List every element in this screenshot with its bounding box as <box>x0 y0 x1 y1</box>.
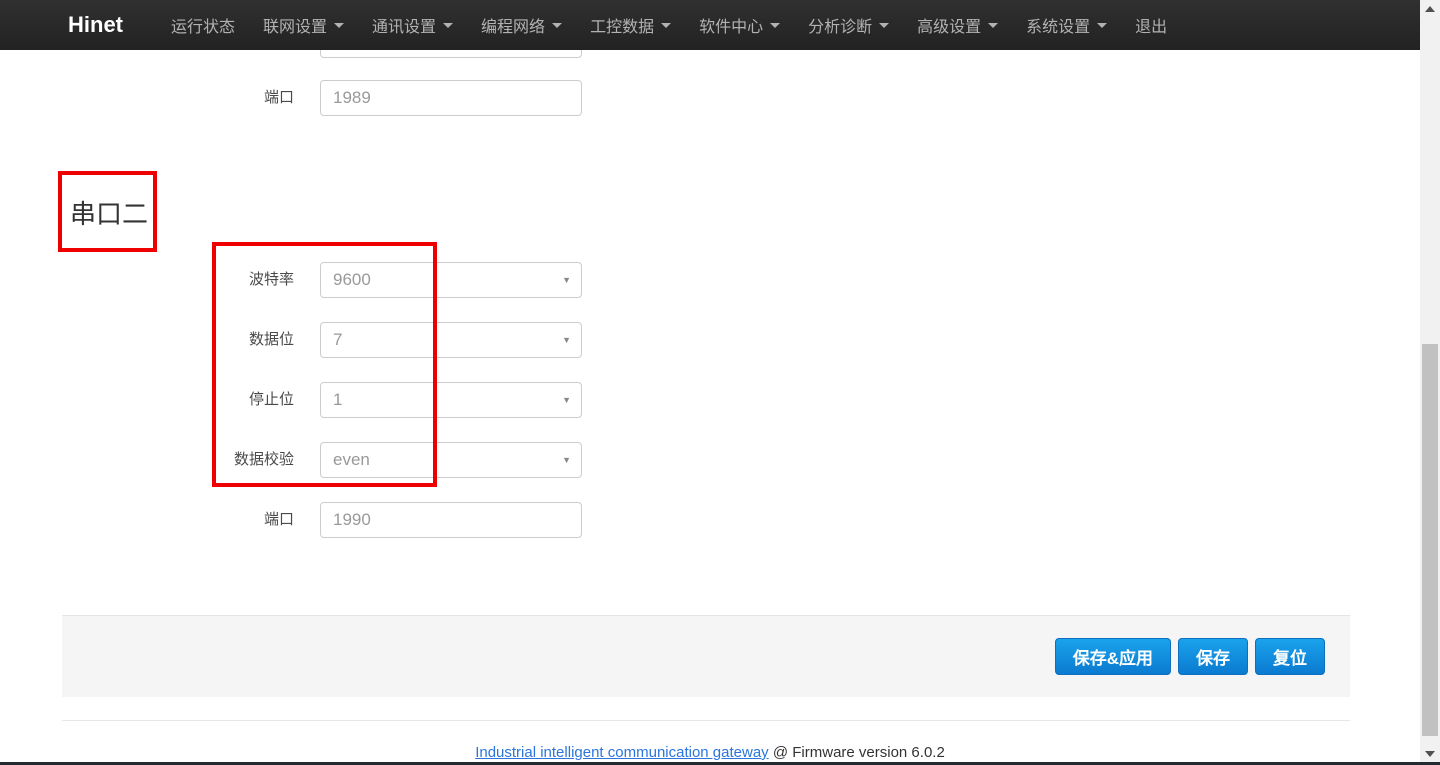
baud-rate-select[interactable]: 9600 ▼ <box>320 262 582 298</box>
serial1-port-input[interactable] <box>320 80 582 116</box>
select-arrow-icon: ▼ <box>562 395 571 405</box>
nav-menu: 运行状态 联网设置 通讯设置 编程网络 工控数据 软件中心 分析诊断 高级设置 … <box>157 0 1181 50</box>
brand-logo[interactable]: Hinet <box>68 12 123 38</box>
reset-button[interactable]: 复位 <box>1255 638 1325 675</box>
vertical-scrollbar[interactable] <box>1420 0 1440 765</box>
serial1-port-label: 端口 <box>62 90 294 106</box>
top-navbar: Hinet 运行状态 联网设置 通讯设置 编程网络 工控数据 软件中心 分析诊断… <box>0 0 1420 50</box>
data-bits-label: 数据位 <box>62 332 294 348</box>
baud-rate-value: 9600 <box>333 270 371 290</box>
nav-item-comm-settings[interactable]: 通讯设置 <box>358 0 467 50</box>
parity-select[interactable]: even ▼ <box>320 442 582 478</box>
caret-down-icon <box>334 23 344 28</box>
scrollbar-thumb[interactable] <box>1422 344 1438 736</box>
parity-label: 数据校验 <box>62 452 294 468</box>
caret-down-icon <box>661 23 671 28</box>
caret-down-icon <box>988 23 998 28</box>
nav-item-industrial-data[interactable]: 工控数据 <box>576 0 685 50</box>
caret-down-icon <box>1097 23 1107 28</box>
gateway-footer-link[interactable]: Industrial intelligent communication gat… <box>475 744 769 761</box>
caret-down-icon <box>552 23 562 28</box>
nav-item-network-settings[interactable]: 联网设置 <box>249 0 358 50</box>
firmware-version-text: @ Firmware version 6.0.2 <box>769 744 945 761</box>
caret-down-icon <box>770 23 780 28</box>
caret-down-icon <box>443 23 453 28</box>
scrollbar-down-icon[interactable] <box>1420 745 1440 762</box>
select-arrow-icon: ▼ <box>562 335 571 345</box>
settings-page: 端口 串口二 波特率 9600 ▼ 数据位 7 ▼ 停止位 1 ▼ 数据校验 e… <box>0 0 1420 765</box>
browser-viewport: 端口 串口二 波特率 9600 ▼ 数据位 7 ▼ 停止位 1 ▼ 数据校验 e… <box>0 0 1440 765</box>
data-bits-select[interactable]: 7 ▼ <box>320 322 582 358</box>
parity-value: even <box>333 450 370 470</box>
serial2-section-title: 串口二 <box>70 194 148 231</box>
caret-down-icon <box>879 23 889 28</box>
serial2-port-input[interactable] <box>320 502 582 538</box>
nav-item-programming-network[interactable]: 编程网络 <box>467 0 576 50</box>
scrollbar-up-icon[interactable] <box>1420 0 1440 17</box>
stop-bits-label: 停止位 <box>62 392 294 408</box>
stop-bits-select[interactable]: 1 ▼ <box>320 382 582 418</box>
nav-item-run-status[interactable]: 运行状态 <box>157 0 249 50</box>
select-arrow-icon: ▼ <box>562 455 571 465</box>
nav-item-analysis-diagnosis[interactable]: 分析诊断 <box>794 0 903 50</box>
nav-item-system-settings[interactable]: 系统设置 <box>1012 0 1121 50</box>
nav-item-software-center[interactable]: 软件中心 <box>685 0 794 50</box>
nav-item-advanced-settings[interactable]: 高级设置 <box>903 0 1012 50</box>
serial2-port-label: 端口 <box>62 512 294 528</box>
stop-bits-value: 1 <box>333 390 342 410</box>
save-apply-button[interactable]: 保存&应用 <box>1055 638 1171 675</box>
footer-divider <box>62 720 1350 721</box>
save-button[interactable]: 保存 <box>1178 638 1248 675</box>
nav-item-logout[interactable]: 退出 <box>1121 0 1181 50</box>
footer: Industrial intelligent communication gat… <box>0 744 1420 761</box>
select-arrow-icon: ▼ <box>562 275 571 285</box>
data-bits-value: 7 <box>333 330 342 350</box>
baud-rate-label: 波特率 <box>62 272 294 288</box>
form-actions-bar: 保存&应用 保存 复位 <box>62 615 1350 697</box>
